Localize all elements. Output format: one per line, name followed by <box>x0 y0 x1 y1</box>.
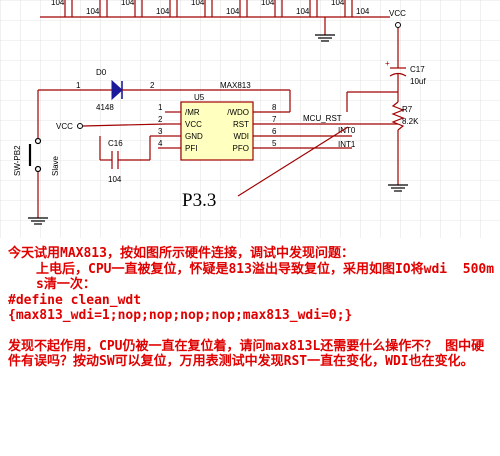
cap-label-8: 104 <box>296 7 310 16</box>
ic-part-number: MAX813 <box>220 81 251 90</box>
c17-polarity: + <box>385 59 390 68</box>
c16-value: 104 <box>108 175 122 184</box>
c16-ref: C16 <box>108 139 123 148</box>
sw-slave-label: Slave <box>51 155 60 176</box>
pin-7-number: 7 <box>272 115 277 124</box>
pin-5-number: 5 <box>272 139 277 148</box>
vcc-left-label: VCC <box>56 122 73 131</box>
cap-label-4: 104 <box>156 7 170 16</box>
net-label-int1: INT1 <box>338 140 356 149</box>
d0-pin2: 2 <box>150 81 155 90</box>
pin-6-number: 6 <box>272 127 277 136</box>
post-line-5: 发现不起作用，CPU仍被一直在复位着，请问max813L还需要什么操作不？ 图中… <box>8 338 485 370</box>
post-code-define: #define clean_wdt <box>8 292 142 308</box>
pin-4-name: PFI <box>185 144 197 153</box>
d0-ref: D0 <box>96 68 107 77</box>
pin-2-number: 2 <box>158 115 163 124</box>
pin-7-name: RST <box>233 120 249 129</box>
pin-1-number: 1 <box>158 103 163 112</box>
cap-label-5: 104 <box>191 0 205 7</box>
post-line-1: 今天试用MAX813，按如图所示硬件连接，调试中发现问题： <box>8 246 354 261</box>
d0-value: 4148 <box>96 103 114 112</box>
cap-label-6: 104 <box>226 7 240 16</box>
ic-ref: U5 <box>194 93 205 102</box>
pin-3-number: 3 <box>158 127 163 136</box>
c17-value: 10uf <box>410 77 426 86</box>
pin-8-number: 8 <box>272 103 277 112</box>
r7-ref: R7 <box>402 105 413 114</box>
d0-pin1: 1 <box>76 81 81 90</box>
cap-label-7: 104 <box>261 0 275 7</box>
cap-label-9: 104 <box>331 0 345 7</box>
cap-label-3: 104 <box>121 0 135 7</box>
r7-value: 8.2K <box>402 117 419 126</box>
pin-1-name: /MR <box>185 108 200 117</box>
cap-label-1: 104 <box>51 0 65 7</box>
post-code-body: {max813_wdi=1;nop;nop;nop;nop;max813_wdi… <box>8 308 353 323</box>
question-post-text: 今天试用MAX813，按如图所示硬件连接，调试中发现问题： 上电后，CPU一直被… <box>8 246 496 370</box>
annotation-p33: P3.3 <box>182 190 216 211</box>
pin-3-name: GND <box>185 132 203 141</box>
sw-ref: SW-PB2 <box>13 145 22 176</box>
pin-6-name: WDI <box>233 132 249 141</box>
pin-5-name: PFO <box>233 144 249 153</box>
vcc-right-label: VCC <box>389 9 406 18</box>
post-gap <box>8 324 496 339</box>
circuit-schematic: 104 104 104 104 104 104 104 104 104 104 … <box>0 0 500 238</box>
net-label-mcu-rst: MCU_RST <box>303 114 342 123</box>
c17-ref: C17 <box>410 65 425 74</box>
pin-8-name: /WDO <box>227 108 249 117</box>
post-line-2: 上电后，CPU一直被复位，怀疑是813溢出导致复位，采用如图IO将wdi 500… <box>36 261 495 293</box>
pin-4-number: 4 <box>158 139 163 148</box>
cap-label-2: 104 <box>86 7 100 16</box>
pin-2-name: VCC <box>185 120 202 129</box>
cap-label-10: 104 <box>356 7 370 16</box>
